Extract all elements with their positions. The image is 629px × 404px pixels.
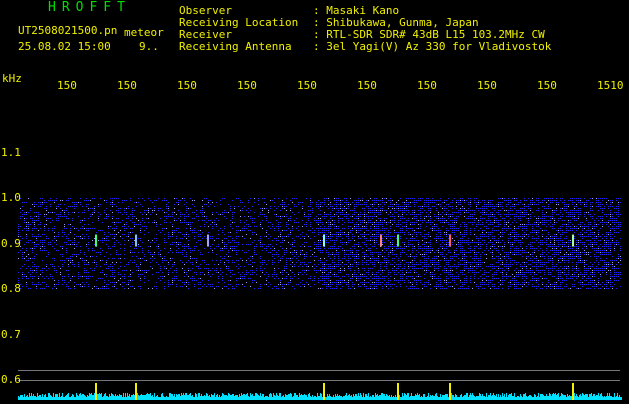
echo-mark xyxy=(397,235,399,247)
y-tick-label: 1.0 xyxy=(1,192,21,204)
reference-line-upper xyxy=(18,370,620,371)
echo-mark xyxy=(135,235,137,247)
echo-mark xyxy=(323,235,325,247)
y-tick-label: 0.7 xyxy=(1,329,21,341)
y-tick-label: 0.8 xyxy=(1,283,21,295)
app-name: HROFFT xyxy=(48,2,131,14)
echo-mark xyxy=(572,235,574,247)
x-tick-label: 150 xyxy=(357,80,377,92)
antenna-label: Receiving Antenna xyxy=(179,41,292,53)
y-tick-label: 0.9 xyxy=(1,238,21,250)
y-tick-label: 0.6 xyxy=(1,374,21,386)
x-tick-label: 150 xyxy=(237,80,257,92)
count-label: 9.. xyxy=(139,41,159,53)
x-tick-label: 150 xyxy=(537,80,557,92)
reference-line-lower xyxy=(18,380,620,381)
x-tick-label: 1510 xyxy=(597,80,624,92)
spectrum-baseline xyxy=(18,383,622,400)
echo-mark xyxy=(380,235,382,247)
y-tick-label: 1.1 xyxy=(1,147,21,159)
x-tick-label: 150 xyxy=(177,80,197,92)
spectrogram-chart xyxy=(0,0,629,400)
date-time: 25.08.02 15:00 xyxy=(18,41,111,53)
y-axis-unit: kHz xyxy=(2,73,22,85)
x-tick-label: 150 xyxy=(57,80,77,92)
echo-mark xyxy=(95,235,97,247)
x-tick-label: 150 xyxy=(417,80,437,92)
spectrogram-panel xyxy=(0,0,629,400)
echo-mark xyxy=(207,235,209,247)
spectrogram-noise xyxy=(18,198,621,289)
x-tick-label: 150 xyxy=(297,80,317,92)
file-name: UT2508021500.pn xyxy=(18,25,117,37)
x-tick-label: 150 xyxy=(477,80,497,92)
x-tick-label: 150 xyxy=(117,80,137,92)
mode-label: meteor xyxy=(124,27,164,39)
echo-mark xyxy=(449,235,451,247)
antenna-value: : 3el Yagi(V) Az 330 for Vladivostok xyxy=(313,41,551,53)
